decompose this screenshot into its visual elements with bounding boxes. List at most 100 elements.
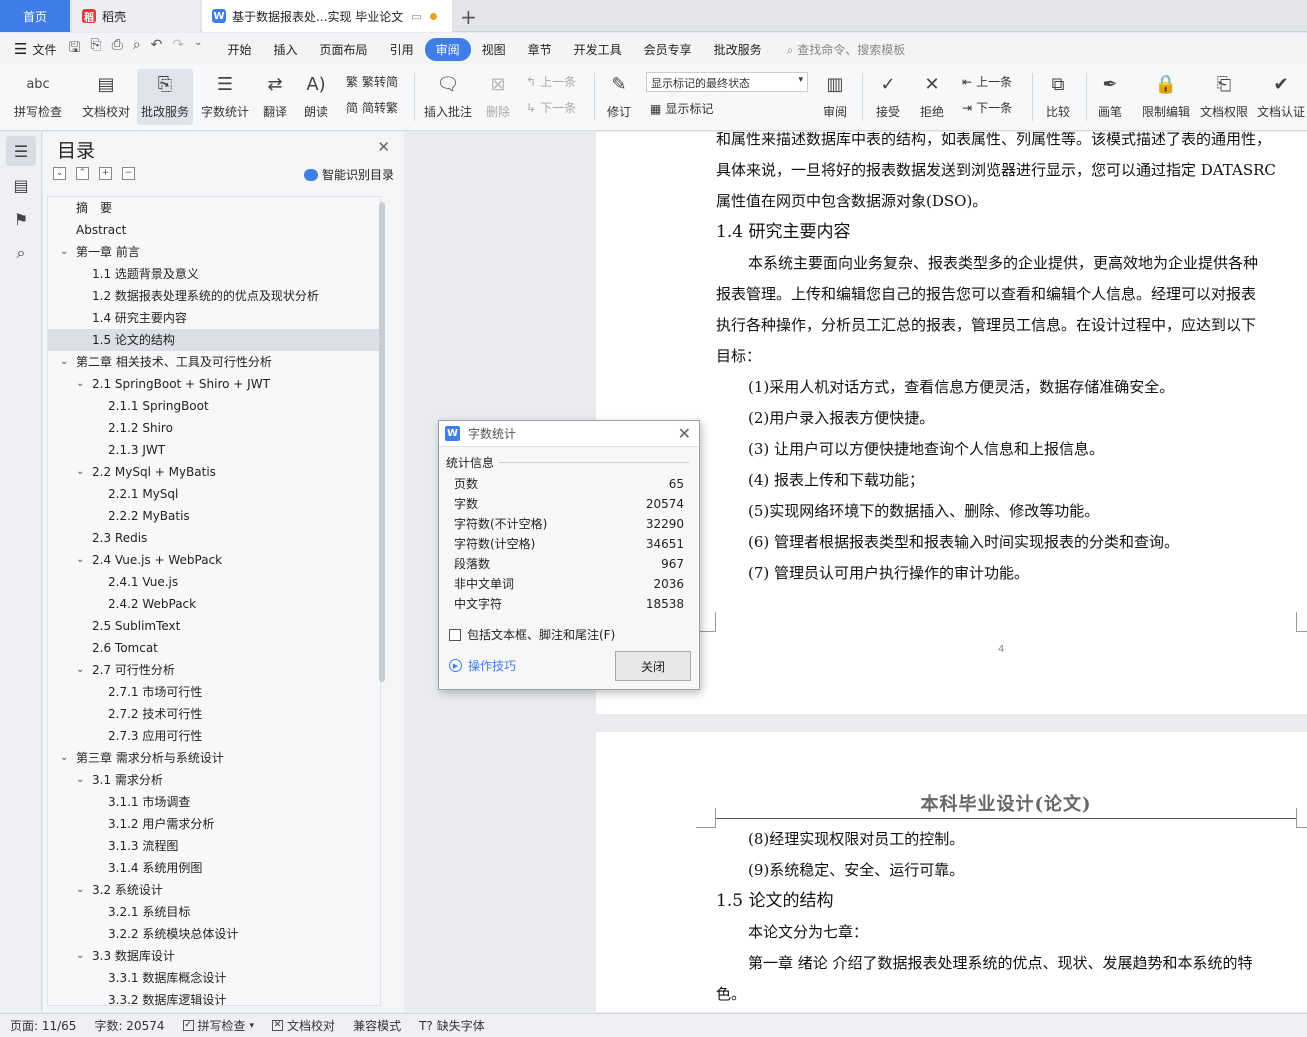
chevron-down-icon[interactable]: ⌄	[60, 241, 68, 263]
toc-item[interactable]: 2.1.3 JWT	[48, 439, 380, 461]
tab-6[interactable]: 章节	[517, 38, 563, 61]
toc-item[interactable]: 2.7.2 技术可行性	[48, 703, 380, 725]
chevron-down-icon[interactable]: ⌄	[76, 769, 84, 791]
markup-mode-select[interactable]: 显示标记的最终状态 ▾	[646, 72, 808, 92]
chevron-down-icon[interactable]: ⌄	[76, 549, 84, 571]
toc-item[interactable]: 1.4 研究主要内容	[48, 307, 380, 329]
tab-2[interactable]: 页面布局	[309, 38, 379, 61]
toc-item[interactable]: 1.2 数据报表处理系统的的优点及现状分析	[48, 285, 380, 307]
simp-to-trad-button[interactable]: 简简转繁	[346, 99, 398, 116]
collapse-all-icon[interactable]: ⌄	[53, 167, 66, 180]
spell-check-button[interactable]: abc 拼写检查	[10, 69, 66, 125]
tab-document[interactable]: W 基于数据报表处...实现 毕业论文 ▭	[202, 0, 452, 32]
tab-1[interactable]: 插入	[263, 38, 309, 61]
tab-3[interactable]: 引用	[379, 38, 425, 61]
toc-item[interactable]: ⌄ 2.1 SpringBoot + Shiro + JWT	[48, 373, 380, 395]
chevron-down-icon[interactable]: ⌄	[194, 37, 202, 61]
accept-button[interactable]: ✓ 接受	[870, 69, 906, 125]
toc-item[interactable]: Abstract	[48, 219, 380, 241]
toc-item[interactable]: 3.3.2 数据库逻辑设计	[48, 989, 380, 1005]
toc-item[interactable]: 3.1.4 系统用例图	[48, 857, 380, 879]
expand-all-icon[interactable]: ⌃	[76, 167, 89, 180]
review-pane-button[interactable]: ▥ 审阅	[816, 69, 854, 125]
tab-8[interactable]: 会员专享	[633, 38, 703, 61]
toc-item[interactable]: 1.5 论文的结构	[48, 329, 380, 351]
toc-item[interactable]: 2.7.3 应用可行性	[48, 725, 380, 747]
toc-item[interactable]: 2.4.1 Vue.js	[48, 571, 380, 593]
tab-7[interactable]: 开发工具	[563, 38, 633, 61]
prev-change-button[interactable]: ⇤ 上一条	[962, 73, 1012, 90]
next-change-button[interactable]: ⇥ 下一条	[962, 99, 1012, 116]
toc-item[interactable]: 2.3 Redis	[48, 527, 380, 549]
toc-item[interactable]: 3.3.1 数据库概念设计	[48, 967, 380, 989]
track-changes-button[interactable]: ✎ 修订	[600, 69, 638, 125]
toc-item[interactable]: ⌄ 2.2 MySql + MyBatis	[48, 461, 380, 483]
toc-item[interactable]: 3.1.1 市场调查	[48, 791, 380, 813]
toc-item[interactable]: 2.7.1 市场可行性	[48, 681, 380, 703]
word-count-indicator[interactable]: 字数: 20574	[94, 1017, 164, 1034]
toc-item[interactable]: ⌄ 3.3 数据库设计	[48, 945, 380, 967]
show-markup-button[interactable]: ▦ 显示标记	[650, 100, 713, 117]
chevron-down-icon[interactable]: ⌄	[76, 659, 84, 681]
spell-check-status[interactable]: ✓ 拼写检查 ▾	[182, 1017, 254, 1034]
toc-item[interactable]: 2.1.2 Shiro	[48, 417, 380, 439]
correction-service-button[interactable]: ⎘ 批改服务	[137, 69, 193, 125]
toc-item[interactable]: 2.2.1 MySql	[48, 483, 380, 505]
include-textbox-checkbox[interactable]: 包括文本框、脚注和尾注(F)	[449, 626, 615, 643]
print-preview-icon[interactable]: ⌕	[133, 37, 141, 61]
new-tab-button[interactable]: +	[460, 5, 477, 29]
bookmark-icon[interactable]: ⚑	[6, 204, 36, 234]
doc-permission-button[interactable]: ⎗ 文档权限	[1198, 69, 1250, 125]
doc-proof-button[interactable]: ▤ 文档校对	[78, 69, 134, 125]
read-aloud-button[interactable]: A) 朗读	[300, 69, 332, 125]
print-icon[interactable]: ⎙	[112, 37, 123, 61]
smart-toc-button[interactable]: 智能识别目录	[303, 166, 394, 183]
tab-4[interactable]: 审阅	[424, 37, 471, 61]
chevron-down-icon[interactable]: ⌄	[76, 945, 84, 967]
missing-font-status[interactable]: T? 缺失字体	[419, 1017, 485, 1034]
reject-button[interactable]: ✕ 拒绝	[914, 69, 950, 125]
word-count-button[interactable]: ☰ 字数统计	[197, 69, 253, 125]
toc-item[interactable]: ⌄ 第二章 相关技术、工具及可行性分析	[48, 351, 380, 373]
restrict-editing-button[interactable]: 🔒 限制编辑	[1140, 69, 1192, 125]
chevron-down-icon[interactable]: ⌄	[76, 879, 84, 901]
tab-home[interactable]: 首页	[0, 0, 70, 32]
toc-item[interactable]: 3.2.2 系统模块总体设计	[48, 923, 380, 945]
toc-item[interactable]: 3.1.3 流程图	[48, 835, 380, 857]
tab-0[interactable]: 开始	[217, 38, 263, 61]
toc-item[interactable]: 1.1 选题背景及意义	[48, 263, 380, 285]
toc-item[interactable]: 2.2.2 MyBatis	[48, 505, 380, 527]
trad-to-simp-button[interactable]: 繁繁转简	[346, 73, 398, 90]
toc-item[interactable]: ⌄ 第一章 前言	[48, 241, 380, 263]
file-menu-button[interactable]: ☰ 文件	[14, 40, 56, 58]
search-icon[interactable]: ⌕	[6, 238, 36, 268]
redo-icon[interactable]: ↷	[172, 37, 184, 61]
page-indicator[interactable]: 页面: 11/65	[10, 1017, 76, 1034]
screen-icon[interactable]: ▭	[411, 10, 421, 23]
toc-item[interactable]: ⌄ 第三章 需求分析与系统设计	[48, 747, 380, 769]
tab-5[interactable]: 视图	[471, 38, 517, 61]
toc-item[interactable]: 摘 要	[48, 197, 380, 219]
chevron-down-icon[interactable]: ⌄	[60, 747, 68, 769]
delete-comment-button[interactable]: ⊠ 删除	[480, 69, 516, 125]
prev-comment-button[interactable]: ↰ 上一条	[526, 73, 576, 90]
tab-9[interactable]: 批改服务	[703, 38, 773, 61]
doc-certify-button[interactable]: ✔ 文档认证	[1256, 69, 1306, 125]
toc-item[interactable]: ⌄ 3.2 系统设计	[48, 879, 380, 901]
translate-button[interactable]: ⇄ 翻译	[257, 69, 293, 125]
close-icon[interactable]: ✕	[678, 424, 691, 443]
chevron-down-icon[interactable]: ⌄	[60, 351, 68, 373]
chevron-down-icon[interactable]: ⌄	[76, 373, 84, 395]
toc-item[interactable]: ⌄ 3.1 需求分析	[48, 769, 380, 791]
toc-scrollbar[interactable]	[379, 202, 385, 682]
dialog-titlebar[interactable]: W 字数统计 ✕	[439, 421, 699, 447]
pen-button[interactable]: ✒ 画笔	[1092, 69, 1128, 125]
proof-status[interactable]: ✕ 文档校对	[272, 1017, 335, 1034]
close-button[interactable]: 关闭	[615, 651, 691, 681]
close-icon[interactable]: ✕	[377, 138, 390, 156]
toc-item[interactable]: 2.5 SublimText	[48, 615, 380, 637]
next-comment-button[interactable]: ↳ 下一条	[526, 99, 576, 116]
toc-item[interactable]: 3.1.2 用户需求分析	[48, 813, 380, 835]
save-icon[interactable]: 🖫	[68, 37, 80, 61]
toc-item[interactable]: 2.1.1 SpringBoot	[48, 395, 380, 417]
